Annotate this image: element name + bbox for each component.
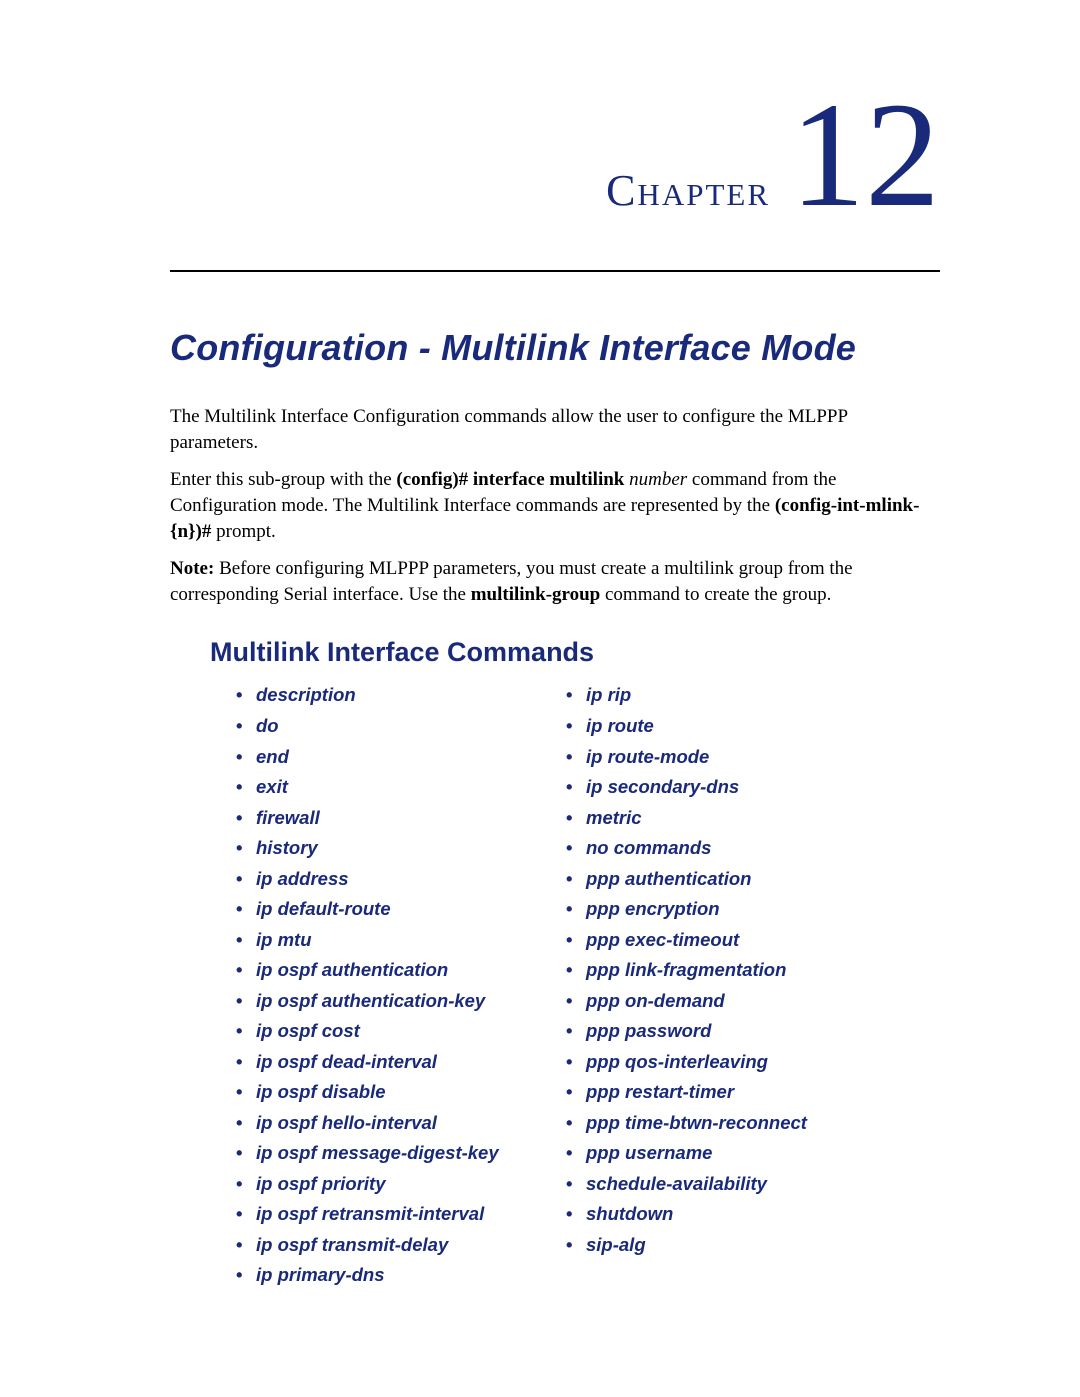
command-link[interactable]: ip ospf hello-interval — [230, 1108, 550, 1139]
bold-text: Note: — [170, 558, 214, 579]
command-link[interactable]: ip rip — [560, 680, 880, 711]
command-link[interactable]: ip ospf authentication-key — [230, 986, 550, 1017]
command-link[interactable]: ip mtu — [230, 925, 550, 956]
command-link[interactable]: ppp link-fragmentation — [560, 955, 880, 986]
bold-text: multilink-group — [471, 584, 601, 605]
command-link[interactable]: ppp encryption — [560, 894, 880, 925]
horizontal-rule — [170, 270, 940, 272]
command-link[interactable]: ppp qos-interleaving — [560, 1047, 880, 1078]
paragraph-1: The Multilink Interface Configuration co… — [170, 404, 940, 455]
command-link[interactable]: metric — [560, 803, 880, 834]
command-link[interactable]: ip primary-dns — [230, 1260, 550, 1291]
command-link[interactable]: ip route-mode — [560, 742, 880, 773]
command-link[interactable]: ppp exec-timeout — [560, 925, 880, 956]
command-link[interactable]: no commands — [560, 833, 880, 864]
command-column-left: description do end exit firewall history… — [230, 680, 550, 1290]
command-link[interactable]: exit — [230, 772, 550, 803]
command-link[interactable]: ip secondary-dns — [560, 772, 880, 803]
text: Enter this sub-group with the — [170, 469, 396, 490]
chapter-label: Chapter — [606, 165, 770, 216]
command-list: description do end exit firewall history… — [230, 680, 940, 1290]
italic-text: number — [624, 469, 687, 490]
command-link[interactable]: ppp username — [560, 1138, 880, 1169]
command-link[interactable]: ip route — [560, 711, 880, 742]
command-link[interactable]: sip-alg — [560, 1230, 880, 1261]
command-link[interactable]: ip ospf disable — [230, 1077, 550, 1108]
chapter-header: Chapter 12 — [170, 80, 940, 230]
page: Chapter 12 Configuration - Multilink Int… — [0, 0, 1080, 1397]
command-link[interactable]: ppp authentication — [560, 864, 880, 895]
page-title: Configuration - Multilink Interface Mode — [170, 327, 940, 369]
command-link[interactable]: shutdown — [560, 1199, 880, 1230]
chapter-number: 12 — [790, 80, 940, 230]
bold-text: (config)# interface multilink — [396, 469, 624, 490]
command-link[interactable]: ip ospf cost — [230, 1016, 550, 1047]
paragraph-3: Note: Before configuring MLPPP parameter… — [170, 556, 940, 607]
command-link[interactable]: ppp password — [560, 1016, 880, 1047]
command-link[interactable]: ip ospf transmit-delay — [230, 1230, 550, 1261]
command-link[interactable]: ip ospf authentication — [230, 955, 550, 986]
text: The Multilink Interface Configuration co… — [170, 406, 847, 453]
command-link[interactable]: firewall — [230, 803, 550, 834]
command-link[interactable]: ip default-route — [230, 894, 550, 925]
command-column-right: ip rip ip route ip route-mode ip seconda… — [560, 680, 880, 1290]
command-link[interactable]: description — [230, 680, 550, 711]
command-link[interactable]: ip ospf retransmit-interval — [230, 1199, 550, 1230]
command-link[interactable]: ppp on-demand — [560, 986, 880, 1017]
command-link[interactable]: schedule-availability — [560, 1169, 880, 1200]
command-link[interactable]: ip ospf message-digest-key — [230, 1138, 550, 1169]
text: command to create the group. — [600, 584, 831, 605]
command-link[interactable]: end — [230, 742, 550, 773]
command-link[interactable]: ppp time-btwn-reconnect — [560, 1108, 880, 1139]
text: prompt. — [211, 521, 275, 542]
command-link[interactable]: ip ospf dead-interval — [230, 1047, 550, 1078]
command-link[interactable]: do — [230, 711, 550, 742]
command-link[interactable]: history — [230, 833, 550, 864]
command-link[interactable]: ip ospf priority — [230, 1169, 550, 1200]
paragraph-2: Enter this sub-group with the (config)# … — [170, 467, 940, 544]
command-link[interactable]: ip address — [230, 864, 550, 895]
section-heading: Multilink Interface Commands — [210, 637, 940, 668]
command-link[interactable]: ppp restart-timer — [560, 1077, 880, 1108]
